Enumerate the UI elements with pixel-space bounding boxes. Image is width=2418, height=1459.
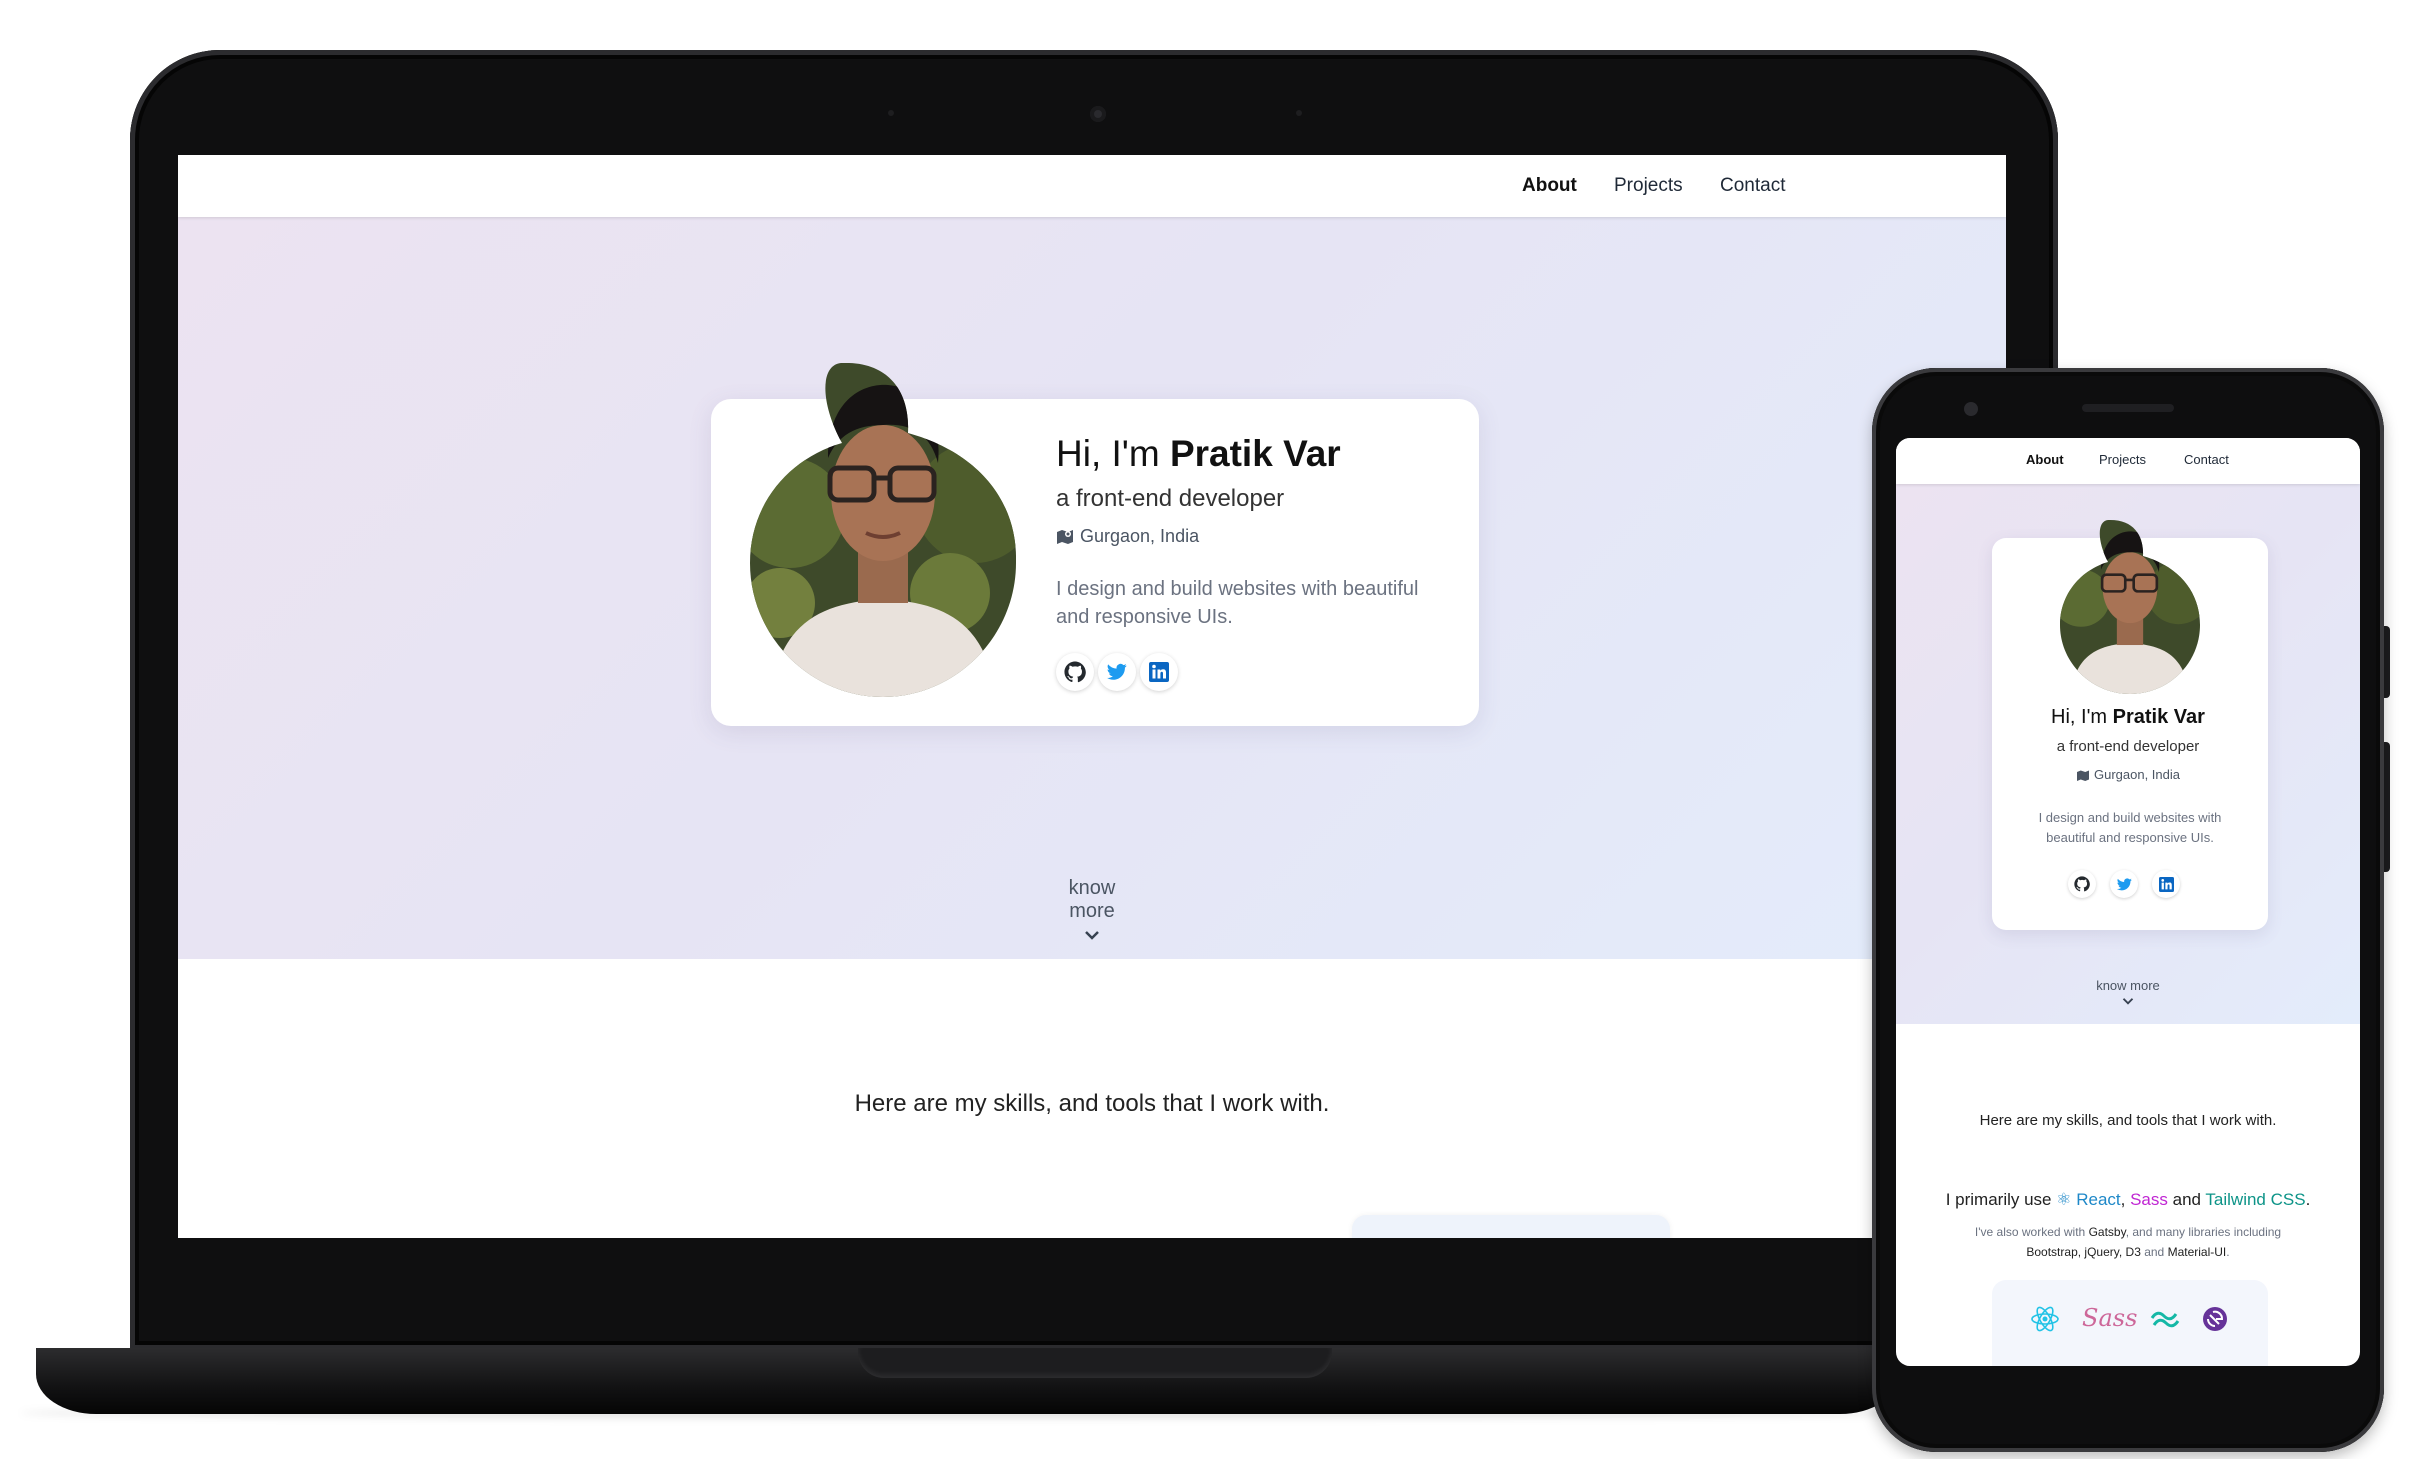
- phone-name-text: Pratik Var: [2112, 706, 2205, 728]
- linkedin-link[interactable]: [1140, 653, 1178, 691]
- nav-projects-link[interactable]: Projects: [1614, 175, 1683, 197]
- chevron-down-icon: [1085, 931, 1099, 940]
- laptop-sensor: [888, 110, 894, 116]
- phone-nav-projects-link[interactable]: Projects: [2099, 452, 2146, 467]
- greeting-text: Hi, I'm: [1056, 433, 1170, 474]
- phone-location-text: Gurgaon, India: [2093, 767, 2180, 782]
- phone-hero-role: a front-end developer: [2056, 738, 2200, 755]
- know-more-text: know more: [1068, 877, 1116, 922]
- phone-top-nav: About Projects Contact: [1896, 438, 2360, 484]
- github-icon: [1064, 661, 1086, 683]
- nav-about-link[interactable]: About: [1522, 175, 1577, 197]
- phone-linkedin-link[interactable]: [2152, 870, 2180, 898]
- phone-know-more-text: know more: [2096, 978, 2160, 993]
- phone-hero-name: Hi, I'm Pratik Var: [1896, 706, 2360, 729]
- period2: .: [2226, 1245, 2230, 1259]
- phone-know-more-link[interactable]: know more: [1896, 978, 2360, 1008]
- phone-location: Gurgaon, India: [1896, 767, 2360, 784]
- also-mid: , and many libraries including: [2125, 1225, 2282, 1239]
- phone-twitter-icon: [2116, 877, 2132, 890]
- hero-role: a front-end developer: [1056, 485, 1285, 512]
- location: Gurgaon, India: [1056, 526, 1199, 549]
- period: .: [2305, 1190, 2311, 1209]
- gatsby-text: Gatsby: [2088, 1225, 2126, 1239]
- location-text: Gurgaon, India: [1080, 526, 1200, 546]
- react-icon: [2031, 1306, 2059, 1332]
- phone-nav-about-link[interactable]: About: [2026, 452, 2064, 467]
- phone-github-icon: [2074, 876, 2090, 892]
- phone-github-link[interactable]: [2068, 870, 2096, 898]
- sep: ,: [2120, 1190, 2131, 1209]
- libs-text: Bootstrap, jQuery, D3: [2026, 1245, 2141, 1259]
- also-prefix: I've also worked with: [1974, 1225, 2089, 1239]
- phone-screen: About Projects Contact Hi, I'm Pratik Va…: [1896, 438, 2360, 1366]
- phone-hero-bio: I design and build websites with beautif…: [2038, 810, 2222, 845]
- hero-bio: I design and build websites with beautif…: [1056, 578, 1419, 628]
- twitter-icon: [1107, 663, 1127, 680]
- github-link[interactable]: [1056, 653, 1094, 691]
- phone-linkedin-icon: [2158, 876, 2174, 892]
- react-link[interactable]: React: [2076, 1190, 2120, 1209]
- phone-camera: [1964, 402, 1978, 416]
- sass-icon: Sass: [2082, 1304, 2138, 1332]
- phone-tools-card: Sass: [1992, 1280, 2268, 1366]
- react-inline-icon: ⚛: [2056, 1190, 2072, 1209]
- phone-primary-tools: I primarily use ⚛ React, Sass and Tailwi…: [1896, 1190, 2360, 1210]
- nav-contact-link[interactable]: Contact: [1720, 175, 1785, 197]
- laptop-camera: [1090, 106, 1106, 122]
- tools-card-peek: [1352, 1215, 1670, 1238]
- hero-name: Hi, I'm Pratik Var: [1056, 433, 1341, 475]
- phone-chevron-down-icon: [2122, 998, 2134, 1005]
- phone-map-icon: [2076, 769, 2090, 784]
- laptop-screen: About Projects Contact Hi, I'm Pratik Va…: [178, 155, 2006, 1238]
- and2-text: and: [2140, 1245, 2168, 1259]
- phone-also-tools: I've also worked with Gatsby, and many l…: [1896, 1222, 2360, 1262]
- name-text: Pratik Var: [1169, 433, 1341, 474]
- phone-greeting-text: Hi, I'm: [2051, 706, 2113, 728]
- phone-speaker: [2082, 404, 2174, 412]
- know-more-link[interactable]: know more: [1046, 877, 1138, 946]
- laptop-notch: [858, 1348, 1332, 1378]
- tailwind-icon: [2150, 1311, 2180, 1328]
- mui-text: Material-UI: [2167, 1245, 2227, 1259]
- primary-prefix: I primarily use: [1945, 1190, 2057, 1209]
- top-nav: About Projects Contact: [178, 155, 2006, 217]
- and-text: and: [2167, 1190, 2206, 1209]
- skills-heading: Here are my skills, and tools that I wor…: [854, 1090, 1330, 1117]
- laptop-sensor: [1296, 110, 1302, 116]
- gatsby-icon: [2203, 1307, 2227, 1331]
- phone-nav-contact-link[interactable]: Contact: [2184, 452, 2229, 467]
- phone-twitter-link[interactable]: [2110, 870, 2138, 898]
- sass-link[interactable]: Sass: [2130, 1190, 2168, 1209]
- linkedin-icon: [1149, 662, 1169, 682]
- phone-skills-heading: Here are my skills, and tools that I wor…: [1979, 1112, 2277, 1129]
- tailwind-link[interactable]: Tailwind CSS: [2205, 1190, 2305, 1209]
- map-icon: [1056, 528, 1074, 549]
- twitter-link[interactable]: [1098, 653, 1136, 691]
